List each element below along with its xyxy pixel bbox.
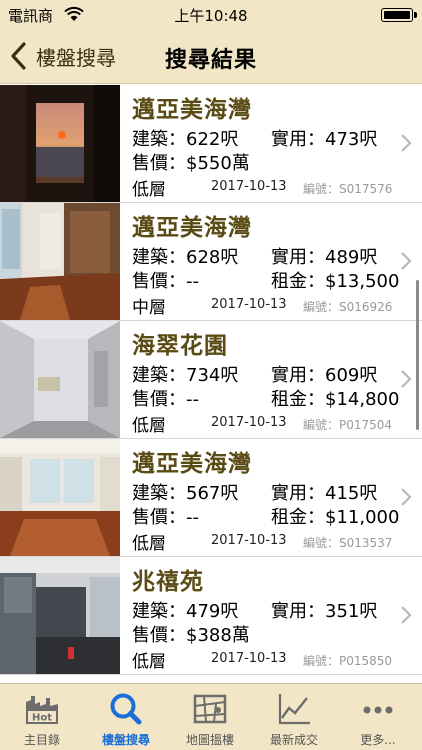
sale-price: 售價：$550萬 — [132, 153, 250, 174]
tab-bar: Hot 主目錄 樓盤搜尋 地圖搵樓 最新成交 更多... — [0, 683, 422, 750]
net-area: 實用：489呎 — [271, 247, 378, 268]
rent-price: 租金：$14,800 — [271, 389, 400, 410]
wood-floor-room-photo — [0, 203, 120, 320]
listing-row[interactable]: 邁亞美海灣 建築：622呎 實用：473呎 售價：$550萬 低層 2017-1… — [0, 85, 422, 203]
gross-area: 建築：734呎 — [132, 365, 239, 386]
sale-price: 售價：$388萬 — [132, 625, 250, 646]
back-label: 樓盤搜尋 — [36, 45, 116, 70]
net-area: 實用：415呎 — [271, 483, 378, 504]
battery-icon — [381, 8, 413, 22]
listing-name: 兆禧苑 — [132, 569, 204, 595]
gross-area: 建築：628呎 — [132, 247, 239, 268]
status-bar: 電訊商 上午10:48 — [0, 0, 422, 28]
chevron-right-icon — [401, 370, 412, 388]
gross-area: 建築：567呎 — [132, 483, 239, 504]
gross-area: 建築：622呎 — [132, 129, 239, 150]
empty-room-photo — [0, 321, 120, 438]
map-icon — [193, 694, 227, 724]
tab-property-search[interactable]: 樓盤搜尋 — [84, 684, 168, 750]
listing-code: 編號：S013537 — [303, 536, 393, 550]
floor-level: 低層 — [132, 652, 166, 672]
listing-date: 2017-10-13 — [211, 415, 287, 430]
net-area: 實用：609呎 — [271, 365, 378, 386]
floor-level: 低層 — [132, 416, 166, 436]
listing-code: 編號：S017576 — [303, 182, 393, 196]
listing-date: 2017-10-13 — [211, 651, 287, 666]
tab-label: 樓盤搜尋 — [101, 733, 150, 747]
chevron-right-icon — [401, 606, 412, 624]
sunset-window-photo — [0, 85, 120, 202]
more-icon — [363, 706, 393, 714]
tab-map-search[interactable]: 地圖搵樓 — [168, 684, 252, 750]
chevron-right-icon — [401, 252, 412, 270]
listing-date: 2017-10-13 — [211, 179, 287, 194]
listing-row[interactable]: 邁亞美海灣 建築：628呎 實用：489呎 售價：-- 租金：$13,500 中… — [0, 203, 422, 321]
back-button[interactable]: 樓盤搜尋 — [8, 38, 116, 74]
listing-date: 2017-10-13 — [211, 533, 287, 548]
tab-latest-transactions[interactable]: 最新成交 — [252, 684, 336, 750]
rent-price: 租金：$13,500 — [271, 271, 400, 292]
net-area: 實用：351呎 — [271, 601, 378, 622]
net-area: 實用：473呎 — [271, 129, 378, 150]
navigation-bar: 樓盤搜尋 搜尋結果 — [0, 28, 422, 84]
floor-level: 中層 — [132, 298, 166, 318]
gross-area: 建築：479呎 — [132, 601, 239, 622]
sale-price: 售價：-- — [132, 271, 199, 292]
listing-row[interactable]: 兆禧苑 建築：479呎 實用：351呎 售價：$388萬 低層 2017-10-… — [0, 557, 422, 675]
listing-code: 編號：S016926 — [303, 300, 393, 314]
tab-more[interactable]: 更多... — [336, 684, 420, 750]
search-icon — [110, 693, 142, 725]
tab-main-menu[interactable]: Hot 主目錄 — [0, 684, 84, 750]
hot-building-icon: Hot — [26, 696, 58, 724]
results-list[interactable]: 邁亞美海灣 建築：622呎 實用：473呎 售價：$550萬 低層 2017-1… — [0, 85, 422, 683]
tab-label: 更多... — [360, 733, 396, 747]
listing-row[interactable]: 邁亞美海灣 建築：567呎 實用：415呎 售價：-- 租金：$11,000 低… — [0, 439, 422, 557]
chevron-right-icon — [401, 488, 412, 506]
sale-price: 售價：-- — [132, 507, 199, 528]
battery-tip — [414, 12, 417, 18]
rent-price: 租金：$11,000 — [271, 507, 400, 528]
svg-text:Hot: Hot — [32, 713, 52, 724]
chart-icon — [278, 694, 310, 725]
living-room-photo — [0, 439, 120, 556]
clock: 上午10:48 — [174, 7, 248, 25]
listing-date: 2017-10-13 — [211, 297, 287, 312]
scrollbar[interactable] — [416, 280, 419, 430]
floor-level: 低層 — [132, 534, 166, 554]
listing-code: 編號：P017504 — [303, 418, 393, 432]
tab-label: 最新成交 — [269, 733, 318, 747]
listing-name: 邁亞美海灣 — [132, 451, 252, 477]
floor-level: 低層 — [132, 180, 166, 200]
chevron-right-icon — [401, 134, 412, 152]
listing-name: 邁亞美海灣 — [132, 97, 252, 123]
listing-code: 編號：P015850 — [303, 654, 393, 668]
page-title: 搜尋結果 — [165, 48, 258, 73]
tab-label: 地圖搵樓 — [185, 733, 234, 747]
kitchen-photo — [0, 557, 120, 674]
listing-row[interactable]: 海翠花園 建築：734呎 實用：609呎 售價：-- 租金：$14,800 低層… — [0, 321, 422, 439]
listing-name: 邁亞美海灣 — [132, 215, 252, 241]
tab-label: 主目錄 — [23, 733, 60, 747]
sale-price: 售價：-- — [132, 389, 199, 410]
listing-name: 海翠花園 — [132, 333, 228, 359]
chevron-left-icon — [11, 42, 26, 70]
